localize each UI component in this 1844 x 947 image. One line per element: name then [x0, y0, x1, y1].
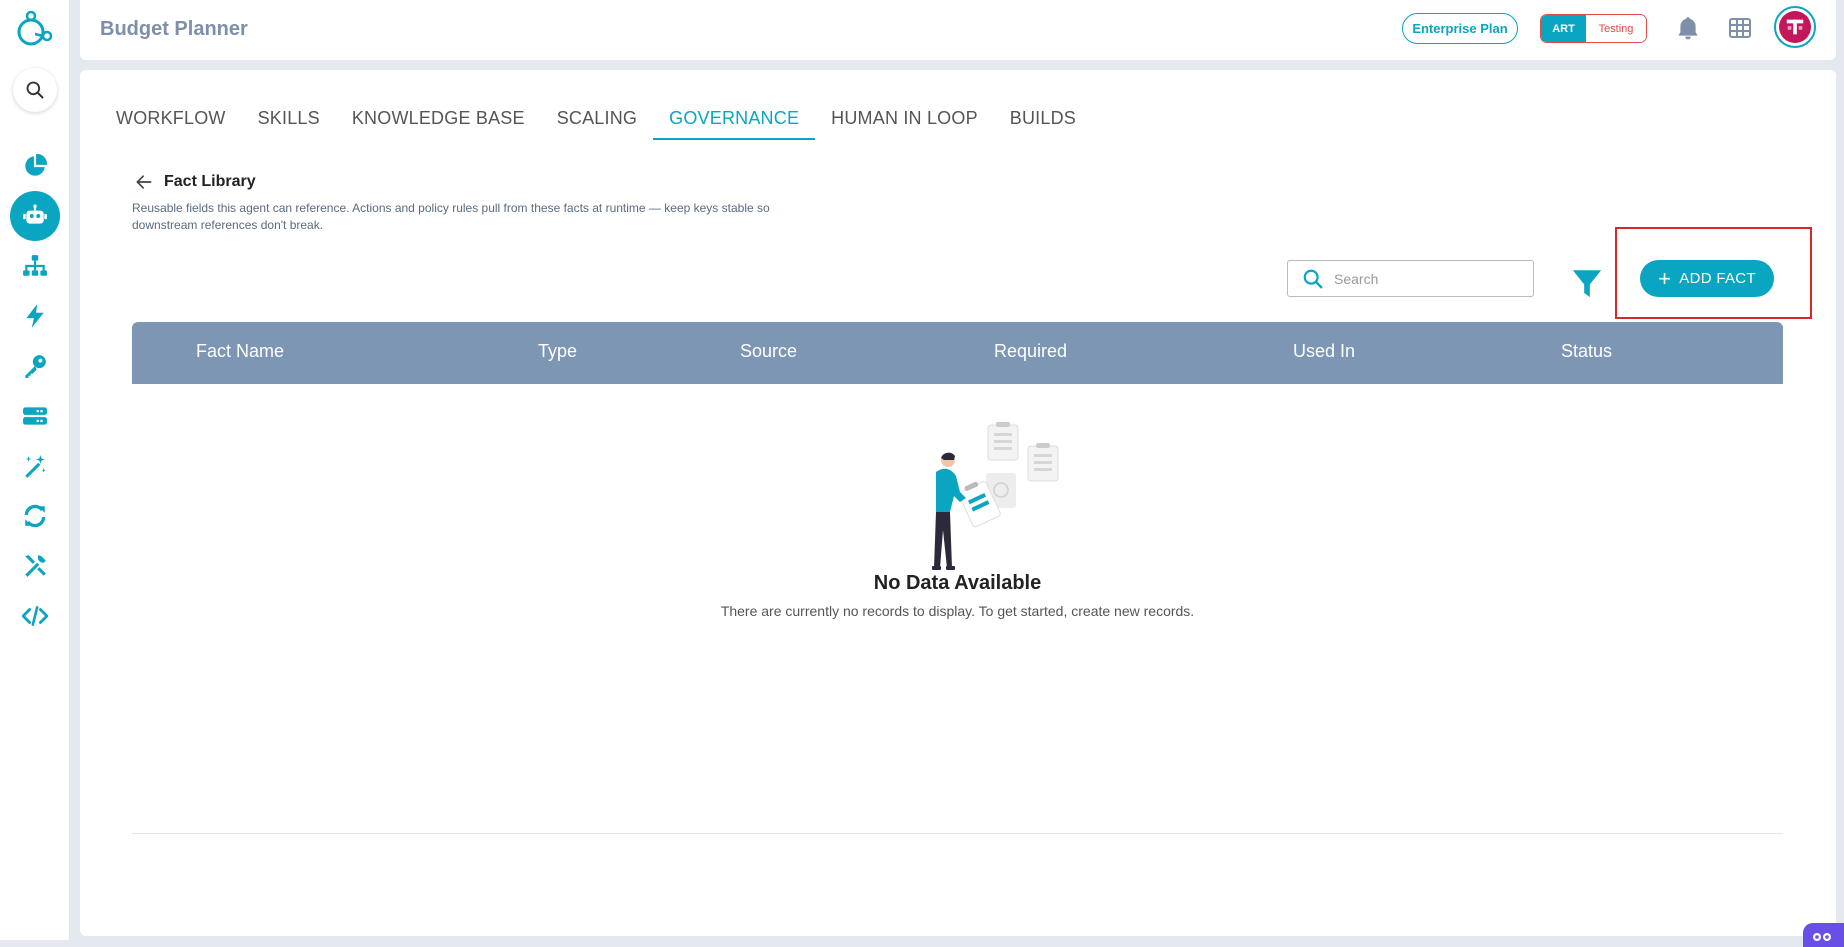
- user-initial-icon: [1786, 19, 1804, 35]
- page-header: Fact Library: [134, 172, 256, 192]
- empty-state-illustration: [932, 422, 1059, 570]
- sidebar-item-servers[interactable]: [10, 391, 60, 441]
- search-input[interactable]: [1334, 270, 1514, 287]
- sidebar-item-tools[interactable]: [10, 541, 60, 591]
- search-icon: [26, 81, 44, 99]
- sidebar-item-keys[interactable]: [10, 341, 60, 391]
- server-icon: [23, 407, 47, 425]
- column-header-status[interactable]: Status: [1561, 341, 1612, 362]
- back-arrow-icon[interactable]: [134, 172, 154, 192]
- env-option-testing[interactable]: Testing: [1586, 15, 1646, 42]
- enterprise-plan-button[interactable]: Enterprise Plan: [1402, 13, 1518, 44]
- sidebar-search-button[interactable]: [13, 68, 57, 112]
- add-fact-label: ADD FACT: [1679, 270, 1756, 287]
- sidebar-item-hierarchy[interactable]: [10, 241, 60, 291]
- pie-chart-icon: [25, 154, 47, 176]
- page-description: Reusable fields this agent can reference…: [132, 201, 770, 232]
- top-bar: Budget Planner Enterprise Plan ART Testi…: [80, 0, 1836, 60]
- robot-icon: [23, 204, 47, 224]
- chat-bot-icon: [1813, 933, 1831, 941]
- env-option-art[interactable]: ART: [1541, 15, 1586, 42]
- environment-toggle[interactable]: ART Testing: [1540, 14, 1647, 43]
- tab-workflow[interactable]: WORKFLOW: [100, 96, 242, 140]
- column-header-used-in[interactable]: Used In: [1293, 341, 1355, 362]
- sidebar-item-magic[interactable]: [10, 441, 60, 491]
- user-avatar[interactable]: [1774, 6, 1816, 48]
- column-header-fact-name[interactable]: Fact Name: [196, 341, 284, 362]
- plus-icon: +: [1658, 265, 1672, 291]
- page-title: Fact Library: [164, 173, 256, 190]
- tools-icon: [25, 555, 46, 577]
- sidebar-item-actions[interactable]: [10, 291, 60, 341]
- tab-bar: WORKFLOW SKILLS KNOWLEDGE BASE SCALING G…: [100, 96, 1092, 140]
- tab-skills[interactable]: SKILLS: [242, 96, 336, 140]
- sidebar-item-agents[interactable]: [10, 191, 60, 241]
- app-title: Budget Planner: [100, 18, 248, 40]
- table-footer-divider: [132, 833, 1783, 834]
- chat-widget-button[interactable]: [1803, 923, 1844, 947]
- sidebar: [0, 0, 70, 940]
- column-header-required[interactable]: Required: [994, 341, 1067, 362]
- sidebar-item-code[interactable]: [10, 591, 60, 641]
- main-panel: WORKFLOW SKILLS KNOWLEDGE BASE SCALING G…: [80, 70, 1836, 936]
- tab-knowledge-base[interactable]: KNOWLEDGE BASE: [336, 96, 541, 140]
- empty-state-title: No Data Available: [873, 572, 1042, 594]
- sitemap-icon: [23, 255, 47, 276]
- column-header-source[interactable]: Source: [740, 341, 797, 362]
- search-field[interactable]: [1287, 260, 1534, 297]
- filter-icon[interactable]: [1570, 266, 1604, 300]
- lightning-icon: [26, 304, 44, 328]
- sidebar-item-analytics[interactable]: [10, 141, 60, 191]
- app-logo[interactable]: [13, 10, 57, 50]
- tab-scaling[interactable]: SCALING: [541, 96, 653, 140]
- refresh-icon: [24, 504, 46, 528]
- column-header-type[interactable]: Type: [538, 341, 577, 362]
- key-icon: [25, 355, 46, 378]
- tab-governance[interactable]: GOVERNANCE: [653, 96, 816, 140]
- apps-grid-icon[interactable]: [1728, 16, 1752, 40]
- sidebar-item-sync[interactable]: [10, 491, 60, 541]
- tab-human-in-loop[interactable]: HUMAN IN LOOP: [815, 96, 994, 140]
- code-icon: [22, 606, 48, 626]
- magic-wand-icon: [25, 455, 46, 478]
- table-header: Fact Name Type Source Required Used In S…: [132, 322, 1783, 384]
- search-icon: [1303, 269, 1323, 288]
- add-fact-button[interactable]: + ADD FACT: [1640, 260, 1774, 297]
- bell-icon[interactable]: [1675, 15, 1701, 41]
- tab-builds[interactable]: BUILDS: [994, 96, 1092, 140]
- empty-state-message: There are currently no records to displa…: [720, 603, 1195, 619]
